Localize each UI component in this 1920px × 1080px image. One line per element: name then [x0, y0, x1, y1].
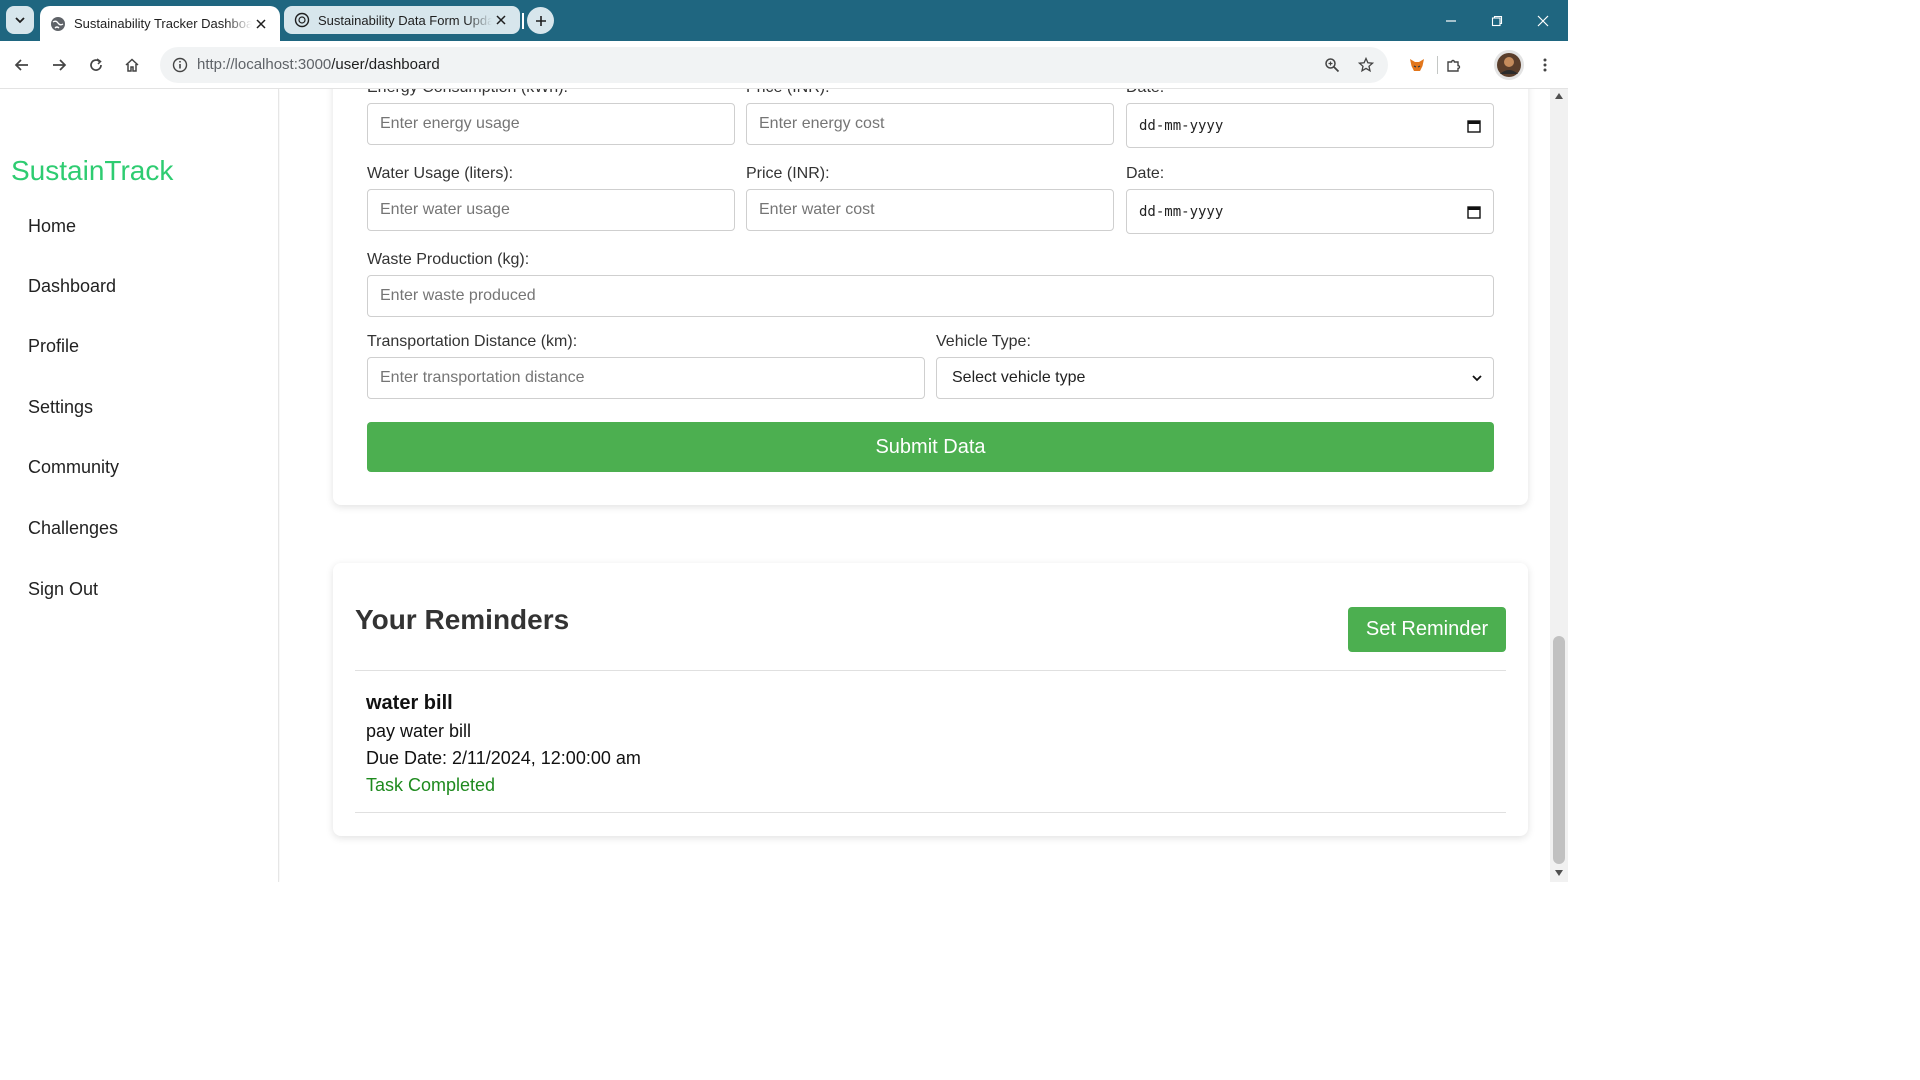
water-date-label: Date:: [1126, 165, 1165, 182]
tab-divider: [522, 13, 524, 29]
tab-data-form[interactable]: Sustainability Data Form Update: [284, 6, 520, 34]
vehicle-type-selected: Select vehicle type: [952, 369, 1086, 386]
url-path: /user/dashboard: [331, 56, 440, 73]
arrow-left-icon: [14, 59, 28, 71]
forward-button[interactable]: [45, 51, 73, 79]
reminders-card: Your Reminders Set Reminder water bill p…: [333, 563, 1528, 836]
reload-button[interactable]: [82, 51, 110, 79]
energy-price-input[interactable]: Enter energy cost: [746, 103, 1114, 145]
sidebar-item-dashboard[interactable]: Dashboard: [28, 276, 116, 297]
plus-icon: [535, 15, 546, 26]
main-content: Energy Consumption (kWh): Price (INR): D…: [280, 89, 1550, 882]
arrow-right-icon: [53, 59, 67, 71]
profile-avatar[interactable]: [1494, 50, 1524, 80]
energy-input[interactable]: Enter energy usage: [367, 103, 735, 145]
star-icon: [1358, 57, 1374, 73]
water-price-input[interactable]: Enter water cost: [746, 189, 1114, 231]
address-bar[interactable]: http://localhost:3000/user/dashboard: [160, 47, 1388, 83]
sidebar-item-home[interactable]: Home: [28, 216, 76, 237]
water-date-input[interactable]: dd-mm-yyyy: [1126, 189, 1494, 234]
energy-date-input[interactable]: dd-mm-yyyy: [1126, 103, 1494, 148]
metamask-extension-button[interactable]: [1403, 51, 1431, 79]
sidebar-item-community[interactable]: Community: [28, 457, 119, 478]
energy-date-label: Date:: [1126, 89, 1164, 97]
close-icon: [1537, 15, 1549, 26]
scrollbar-thumb[interactable]: [1553, 636, 1565, 864]
scroll-up-arrow-icon[interactable]: [1555, 93, 1563, 99]
calendar-icon[interactable]: [1467, 205, 1481, 219]
browser-tab-strip: Sustainability Tracker Dashboard Sustain…: [0, 0, 1568, 41]
date-value: dd-mm-yyyy: [1139, 203, 1224, 220]
energy-label: Energy Consumption (kWh):: [367, 89, 568, 97]
minimize-icon: [1446, 19, 1456, 22]
restore-button[interactable]: [1474, 0, 1520, 41]
energy-price-label: Price (INR):: [746, 89, 830, 97]
home-button[interactable]: [118, 51, 146, 79]
sidebar-item-sign-out[interactable]: Sign Out: [28, 579, 98, 600]
sidebar: SustainTrack Home Dashboard Profile Sett…: [0, 89, 279, 882]
home-icon: [125, 58, 139, 72]
browser-menu-button[interactable]: [1531, 51, 1559, 79]
new-tab-button[interactable]: [527, 7, 554, 34]
back-button[interactable]: [8, 51, 36, 79]
info-icon: [172, 57, 188, 73]
page-scrollbar[interactable]: [1550, 89, 1568, 882]
divider: [355, 670, 1506, 671]
transport-label: Transportation Distance (km):: [367, 333, 578, 350]
minimize-button[interactable]: [1428, 0, 1474, 41]
vehicle-type-label: Vehicle Type:: [936, 333, 1031, 350]
close-icon[interactable]: [492, 11, 510, 29]
scroll-down-arrow-icon[interactable]: [1555, 870, 1563, 876]
tab-title: Sustainability Tracker Dashboard: [74, 16, 252, 31]
sidebar-item-profile[interactable]: Profile: [28, 336, 79, 357]
waste-input[interactable]: Enter waste produced: [367, 275, 1494, 317]
water-price-label: Price (INR):: [746, 165, 830, 182]
sidebar-item-challenges[interactable]: Challenges: [28, 518, 118, 539]
chevron-down-icon: [15, 17, 25, 24]
bookmark-button[interactable]: [1352, 51, 1380, 79]
url-host: http://localhost:3000: [197, 56, 332, 73]
url-text: http://localhost:3000/user/dashboard: [197, 56, 440, 73]
window-close-button[interactable]: [1520, 0, 1566, 41]
reminders-title: Your Reminders: [355, 604, 570, 635]
more-vertical-icon: [1543, 58, 1547, 72]
waste-label: Waste Production (kg):: [367, 251, 530, 268]
water-label: Water Usage (liters):: [367, 165, 514, 182]
user-avatar-icon: [1497, 53, 1521, 77]
brand-logo-text: SustainTrack: [11, 155, 174, 186]
reminder-due-date: Due Date: 2/11/2024, 12:00:00 am: [366, 748, 641, 768]
tab-title: Sustainability Data Form Update: [318, 12, 492, 28]
water-input[interactable]: Enter water usage: [367, 189, 735, 231]
reminder-status: Task Completed: [366, 775, 496, 795]
submit-data-button[interactable]: Submit Data: [367, 422, 1494, 472]
tab-search-button[interactable]: [6, 6, 34, 34]
reload-icon: [90, 58, 102, 71]
openai-icon: [294, 12, 310, 28]
reminder-description: pay water bill: [366, 721, 472, 741]
chevron-down-icon: [1472, 375, 1482, 382]
reminder-title: water bill: [366, 692, 453, 714]
close-icon[interactable]: [252, 15, 270, 33]
zoom-button[interactable]: [1318, 51, 1346, 79]
globe-icon: [51, 16, 65, 31]
page-viewport: SustainTrack Home Dashboard Profile Sett…: [0, 89, 1568, 882]
extensions-button[interactable]: [1440, 51, 1468, 79]
restore-icon: [1491, 15, 1503, 26]
zoom-icon: [1325, 58, 1340, 73]
calendar-icon[interactable]: [1467, 119, 1481, 133]
puzzle-icon: [1447, 59, 1461, 72]
divider: [355, 812, 1506, 813]
fox-icon: [1410, 59, 1424, 71]
tab-dashboard[interactable]: Sustainability Tracker Dashboard: [40, 6, 280, 41]
site-info-button[interactable]: [166, 51, 194, 79]
browser-toolbar: http://localhost:3000/user/dashboard: [0, 41, 1568, 89]
set-reminder-button[interactable]: Set Reminder: [1348, 607, 1506, 652]
sidebar-item-settings[interactable]: Settings: [28, 397, 93, 418]
vehicle-type-select[interactable]: Select vehicle type: [936, 357, 1494, 399]
transport-distance-input[interactable]: Enter transportation distance: [367, 357, 925, 399]
toolbar-divider: [1437, 56, 1438, 74]
date-value: dd-mm-yyyy: [1139, 117, 1224, 134]
